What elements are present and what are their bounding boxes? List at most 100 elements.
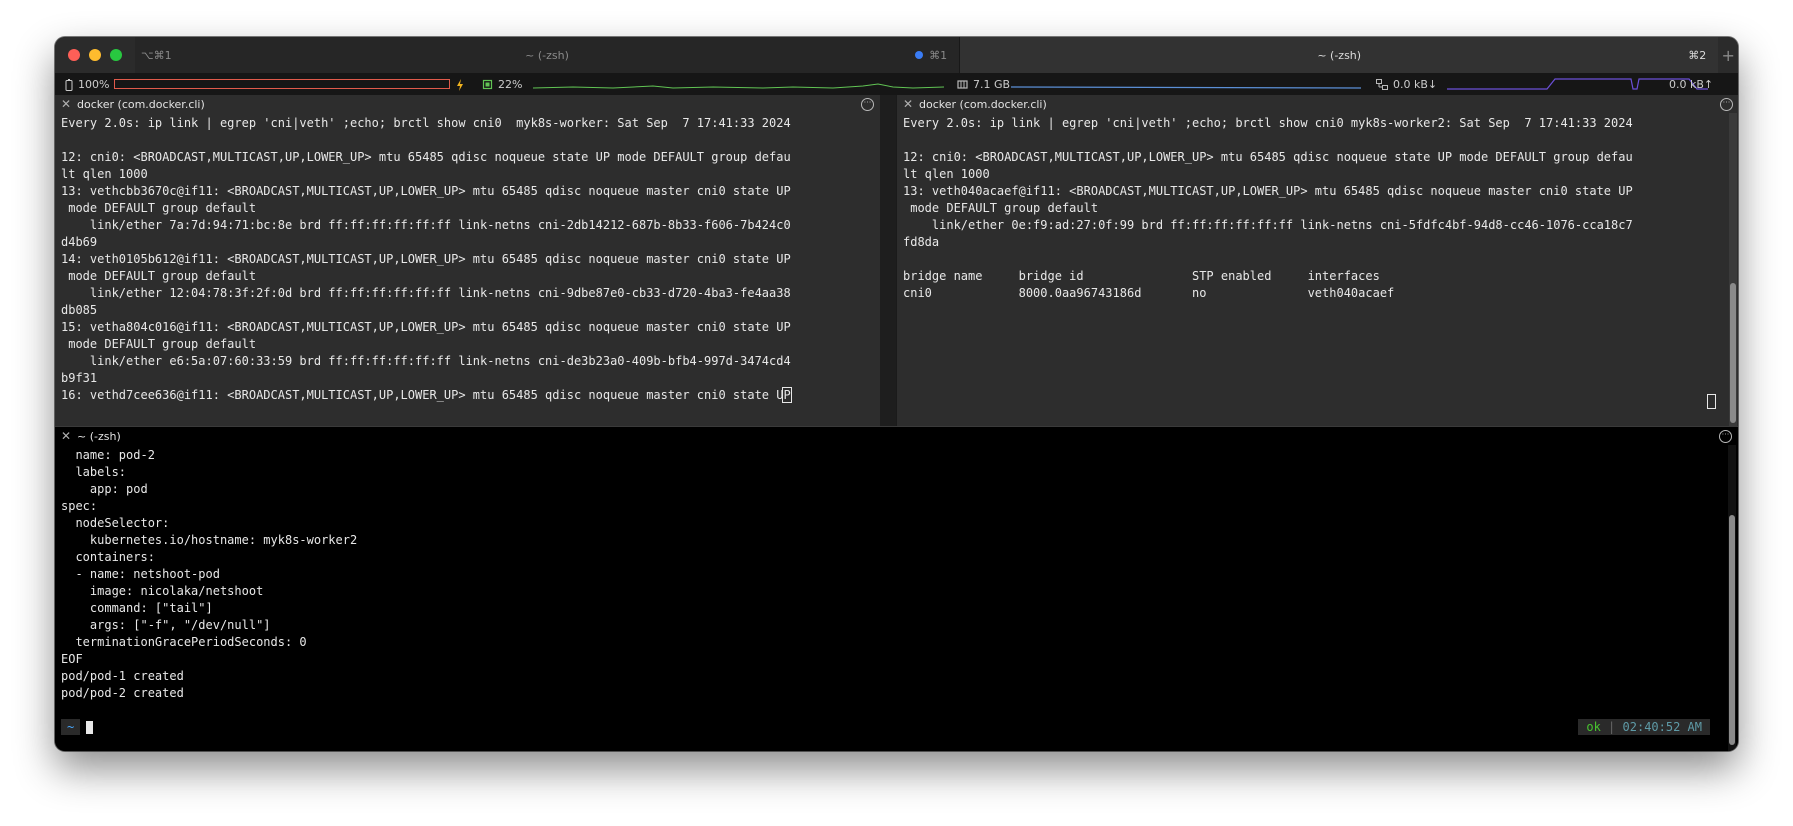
terminal-line: db085 <box>61 303 98 317</box>
terminal-line: terminationGracePeriodSeconds: 0 <box>61 635 307 649</box>
tab-2[interactable]: ~ (-zsh) ⌘2 <box>960 37 1719 73</box>
terminal-line: pod/pod-2 created <box>61 686 184 700</box>
terminal-line: mode DEFAULT group default <box>61 201 257 215</box>
terminal-window: ⌥⌘1 ~ (-zsh) ⌘1 ~ (-zsh) ⌘2 + 100% 22% 7… <box>55 37 1738 751</box>
status-time: 02:40:52 AM <box>1622 720 1702 734</box>
pane-worker-scrollbar[interactable] <box>872 113 880 426</box>
terminal-line: d4b69 <box>61 235 98 249</box>
cursor-char: P <box>782 387 792 403</box>
pane-worker2[interactable]: ✕ docker (com.docker.cli) ··· Every 2.0s… <box>896 95 1738 426</box>
minimize-window-button[interactable] <box>89 49 101 61</box>
shell-cursor <box>86 720 94 734</box>
terminal-line: labels: <box>61 465 127 479</box>
pane-worker2-header: ✕ docker (com.docker.cli) ··· <box>897 95 1738 113</box>
charging-icon <box>456 74 464 95</box>
terminal-line: name: pod-2 <box>61 448 155 462</box>
terminal-line: 13: vethcbb3670c@if11: <BROADCAST,MULTIC… <box>61 184 791 198</box>
tab-1-shortcut-group: ⌘1 <box>915 49 947 62</box>
net-up-widget: 0.0 kB↑ <box>1669 74 1713 95</box>
tab-bar: ⌥⌘1 ~ (-zsh) ⌘1 ~ (-zsh) ⌘2 + <box>55 37 1738 74</box>
battery-percent: 100% <box>78 78 110 91</box>
terminal-line: fd8da <box>903 235 940 249</box>
pane-shell-output: name: pod-2 labels: app: pod spec: nodeSe… <box>61 447 357 702</box>
terminal-line: args: ["-f", "/dev/null"] <box>61 618 271 632</box>
close-pane-icon[interactable]: ✕ <box>61 97 77 111</box>
terminal-line: containers: <box>61 550 155 564</box>
terminal-line: kubernetes.io/hostname: myk8s-worker2 <box>61 533 358 547</box>
terminal-line: spec: <box>61 499 98 513</box>
terminal-line: Every 2.0s: ip link | egrep 'cni|veth' ;… <box>61 116 791 130</box>
terminal-line: 12: cni0: <BROADCAST,MULTICAST,UP,LOWER_… <box>903 150 1633 164</box>
more-options-icon[interactable]: ··· <box>1720 98 1733 111</box>
prompt-status: ok | 02:40:52 AM <box>1578 719 1710 735</box>
pane-worker[interactable]: ✕ docker (com.docker.cli) ··· Every 2.0s… <box>55 95 880 426</box>
battery-bar <box>114 79 450 89</box>
cpu-percent: 22% <box>498 78 523 91</box>
prompt-directory: ~ <box>61 719 81 735</box>
zoom-window-button[interactable] <box>110 49 122 61</box>
memory-usage: 7.1 GB <box>973 78 1011 91</box>
shell-prompt-row[interactable]: ~ <box>61 719 94 735</box>
window-controls <box>55 49 135 61</box>
terminal-line: link/ether 7a:7d:94:71:bc:8e brd ff:ff:f… <box>61 218 791 232</box>
pane-worker2-title: docker (com.docker.cli) <box>919 97 1047 111</box>
terminal-line: image: nicolaka/netshoot <box>61 584 264 598</box>
net-up-rate: 0.0 kB↑ <box>1669 78 1714 91</box>
close-window-button[interactable] <box>68 49 80 61</box>
pane-worker2-scrollbar[interactable] <box>1729 113 1737 426</box>
pane-worker-title: docker (com.docker.cli) <box>77 97 205 111</box>
pane-worker-header: ✕ docker (com.docker.cli) ··· <box>55 95 880 113</box>
terminal-line: lt qlen 1000 <box>903 167 990 181</box>
terminal-line: mode DEFAULT group default <box>61 337 257 351</box>
status-separator: | <box>1608 720 1616 734</box>
pane-shell-header: ✕ ~ (-zsh) ··· <box>55 427 1738 445</box>
terminal-line: 12: cni0: <BROADCAST,MULTICAST,UP,LOWER_… <box>61 150 791 164</box>
tab-1[interactable]: ⌥⌘1 ~ (-zsh) ⌘1 <box>134 37 961 73</box>
terminal-line: 14: veth0105b612@if11: <BROADCAST,MULTIC… <box>61 252 791 266</box>
new-tab-button[interactable]: + <box>1718 46 1738 65</box>
terminal-line: mode DEFAULT group default <box>903 201 1099 215</box>
battery-icon <box>65 78 73 91</box>
pane-shell[interactable]: ✕ ~ (-zsh) ··· name: pod-2 labels: app: … <box>55 426 1738 751</box>
close-pane-icon[interactable]: ✕ <box>903 97 919 111</box>
terminal-line: bridge name bridge id STP enabled interf… <box>903 269 1380 283</box>
terminal-line: link/ether e6:5a:07:60:33:59 brd ff:ff:f… <box>61 354 791 368</box>
tab-2-shortcut-right: ⌘2 <box>1688 48 1707 62</box>
memory-graph <box>1011 86 1362 89</box>
terminal-line: 16: vethd7cee636@if11: <BROADCAST,MULTIC… <box>61 387 792 404</box>
more-options-icon[interactable]: ··· <box>861 98 874 111</box>
memory-widget: 7.1 GB <box>957 74 1010 95</box>
terminal-line: command: ["tail"] <box>61 601 213 615</box>
memory-icon <box>957 80 968 89</box>
network-widget: 0.0 kB↓ <box>1376 74 1437 95</box>
battery-widget: 100% <box>65 74 109 95</box>
terminal-line: link/ether 12:04:78:3f:2f:0d brd ff:ff:f… <box>61 286 791 300</box>
tab-1-title: ~ (-zsh) <box>525 48 569 62</box>
tab-2-title: ~ (-zsh) <box>1317 48 1362 62</box>
cpu-icon <box>482 79 493 90</box>
net-down-rate: 0.0 kB↓ <box>1393 78 1438 91</box>
status-bar: 100% 22% 7.1 GB 0.0 kB↓ 0.0 kB↑ <box>55 74 1738 95</box>
terminal-line: 13: veth040acaef@if11: <BROADCAST,MULTIC… <box>903 184 1633 198</box>
terminal-line: EOF <box>61 652 83 666</box>
close-pane-icon[interactable]: ✕ <box>61 429 77 443</box>
status-ok: ok <box>1586 720 1601 734</box>
pane-worker-output: Every 2.0s: ip link | egrep 'cni|veth' ;… <box>61 115 792 404</box>
terminal-line: - name: netshoot-pod <box>61 567 220 581</box>
cpu-graph <box>533 83 945 89</box>
pane-shell-title: ~ (-zsh) <box>77 429 121 443</box>
text-cursor <box>1707 394 1716 409</box>
terminal-line: pod/pod-1 created <box>61 669 184 683</box>
more-options-icon[interactable]: ··· <box>1719 430 1732 443</box>
network-icon <box>1376 79 1388 90</box>
pane-worker2-scroll-thumb[interactable] <box>1730 283 1736 423</box>
terminal-line: nodeSelector: <box>61 516 170 530</box>
pane-shell-scroll-thumb[interactable] <box>1729 515 1735 745</box>
pane-worker2-output: Every 2.0s: ip link | egrep 'cni|veth' ;… <box>903 115 1633 302</box>
pane-shell-scrollbar[interactable] <box>1728 445 1736 751</box>
terminal-line: mode DEFAULT group default <box>61 269 257 283</box>
tab-1-shortcut-right: ⌘1 <box>929 48 948 62</box>
